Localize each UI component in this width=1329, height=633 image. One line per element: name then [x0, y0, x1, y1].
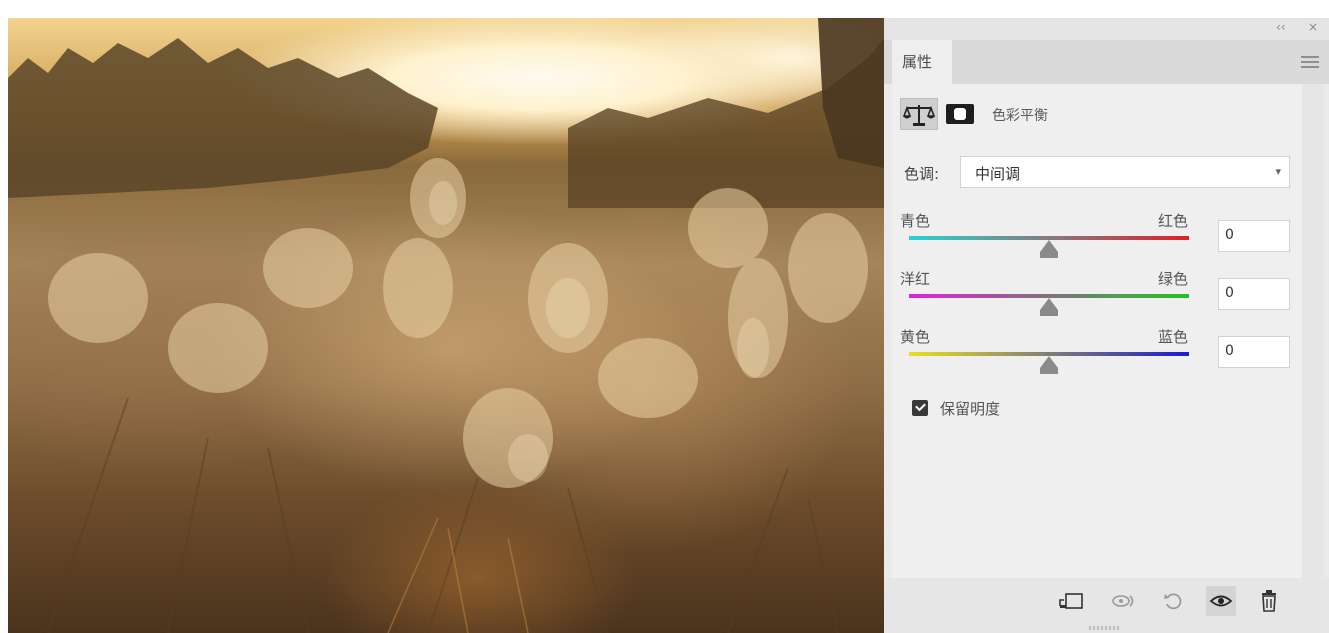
- reset-icon[interactable]: [1158, 586, 1188, 616]
- value-input[interactable]: 0: [1218, 336, 1290, 368]
- tone-label: 色调:: [904, 165, 940, 183]
- image-canvas[interactable]: [8, 18, 884, 633]
- trash-icon[interactable]: [1254, 586, 1284, 616]
- value-input[interactable]: 0: [1218, 220, 1290, 252]
- slider-right-label: 红色: [1158, 212, 1189, 230]
- slider-thumb[interactable]: [1040, 240, 1058, 258]
- slider-left-label: 黄色: [900, 328, 931, 346]
- clip-to-layer-icon[interactable]: [1056, 586, 1086, 616]
- panel-title-bar: ‹‹ ×: [884, 18, 1329, 40]
- slider-thumb[interactable]: [1040, 298, 1058, 316]
- value-text: 0: [1225, 285, 1234, 301]
- tone-dropdown[interactable]: 中间调 ▾: [960, 156, 1290, 188]
- value-input[interactable]: 0: [1218, 278, 1290, 310]
- value-text: 0: [1225, 343, 1234, 359]
- close-panel-button[interactable]: ×: [1308, 20, 1318, 34]
- tab-properties[interactable]: 属性: [892, 40, 952, 84]
- slider-left-label: 青色: [900, 212, 931, 230]
- reed-field-photo: [8, 18, 884, 633]
- slider-thumb[interactable]: [1040, 356, 1058, 374]
- preserve-luminosity-checkbox[interactable]: [912, 400, 928, 416]
- slider-right-label: 绿色: [1158, 270, 1189, 288]
- tone-dropdown-value: 中间调: [975, 165, 1021, 183]
- collapse-panel-button[interactable]: ‹‹: [1276, 20, 1286, 34]
- panel-scrollbar[interactable]: [1302, 84, 1324, 578]
- app-window: ‹‹ × 属性 色彩平衡 色调: 中间调 ▾ 青色 红色 0 洋红 绿色 0 黄…: [0, 0, 1329, 633]
- properties-panel: ‹‹ × 属性 色彩平衡 色调: 中间调 ▾ 青色 红色 0 洋红 绿色 0 黄…: [884, 18, 1329, 633]
- adjustment-title: 色彩平衡: [992, 108, 1048, 124]
- preserve-luminosity-label: 保留明度: [940, 400, 1001, 418]
- layer-mask-icon[interactable]: [946, 104, 974, 124]
- slider-magenta-green: 洋红 绿色 0: [900, 268, 1300, 328]
- slider-cyan-red: 青色 红色 0: [900, 210, 1300, 270]
- view-previous-state-icon[interactable]: [1108, 586, 1138, 616]
- slider-right-label: 蓝色: [1158, 328, 1189, 346]
- slider-yellow-blue: 黄色 蓝色 0: [900, 326, 1300, 386]
- hamburger-menu-icon[interactable]: [1301, 56, 1319, 68]
- slider-left-label: 洋红: [900, 270, 931, 288]
- chevron-down-icon: ▾: [1275, 165, 1281, 178]
- balance-scale-icon[interactable]: [900, 98, 938, 130]
- tab-properties-label: 属性: [902, 53, 933, 71]
- visibility-eye-icon[interactable]: [1206, 586, 1236, 616]
- panel-resize-grip[interactable]: [1089, 626, 1119, 630]
- value-text: 0: [1225, 227, 1234, 243]
